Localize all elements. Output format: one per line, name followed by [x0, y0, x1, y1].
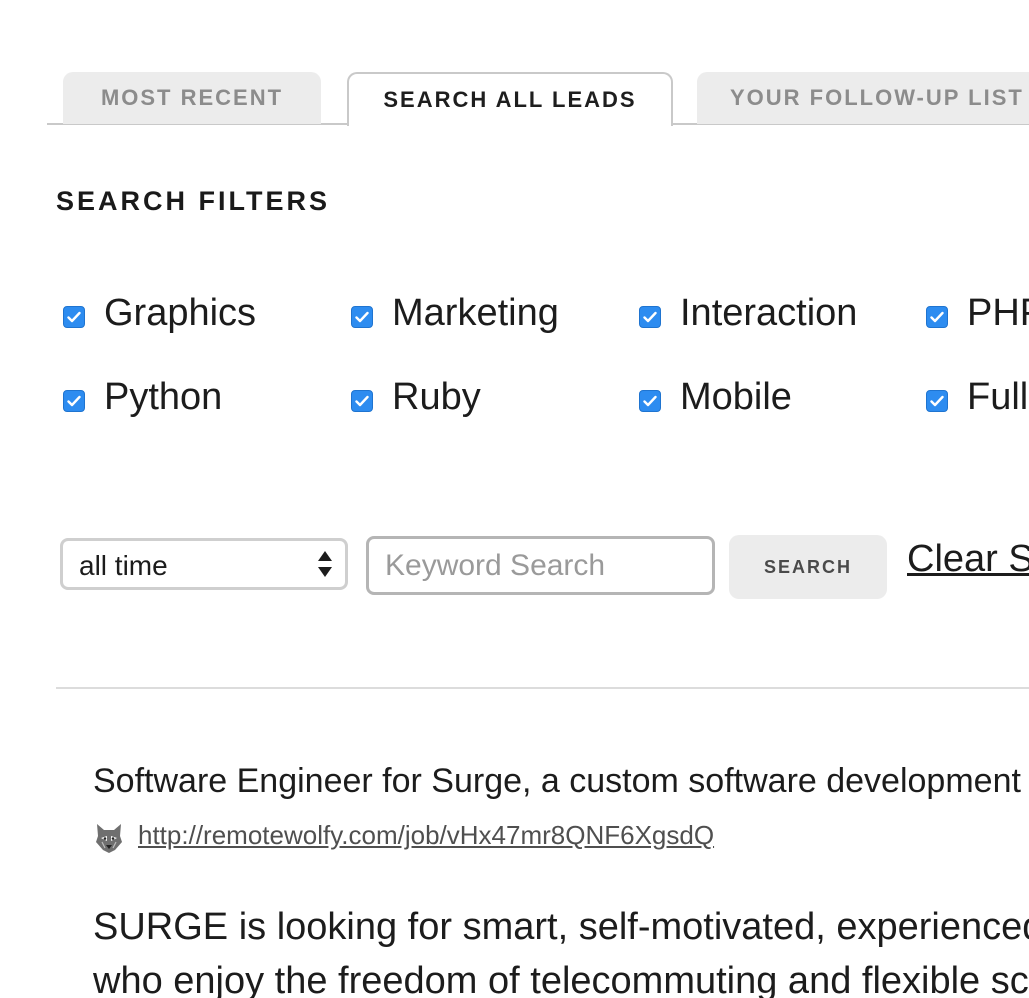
- filter-label: PHP: [967, 292, 1029, 334]
- tab-follow-up-list[interactable]: YOUR FOLLOW-UP LIST: [697, 72, 1029, 124]
- filter-ruby[interactable]: Ruby: [351, 376, 481, 419]
- page: MOST RECENT SEARCH ALL LEADS YOUR FOLLOW…: [0, 0, 1029, 998]
- divider: [56, 687, 1029, 689]
- filter-python[interactable]: Python: [63, 376, 222, 419]
- description-line: SURGE is looking for smart, self-motivat…: [93, 906, 1029, 948]
- filter-label: Python: [104, 376, 223, 418]
- checkbox-checked-icon[interactable]: [351, 389, 373, 412]
- search-button[interactable]: SEARCH: [729, 535, 887, 599]
- result-link[interactable]: http://remotewolfy.com/job/vHx47mr8QNF6X…: [138, 820, 714, 851]
- filter-label: Ruby: [392, 376, 481, 418]
- keyword-search-input[interactable]: [366, 536, 715, 595]
- filter-interaction[interactable]: Interaction: [639, 292, 857, 335]
- filter-full[interactable]: Full: [926, 376, 1028, 419]
- checkbox-checked-icon[interactable]: [351, 305, 373, 328]
- checkbox-checked-icon[interactable]: [639, 389, 661, 412]
- tab-most-recent[interactable]: MOST RECENT: [63, 72, 321, 124]
- result-description: SURGE is looking for smart, self-motivat…: [93, 900, 1029, 998]
- wolf-icon: [95, 822, 123, 854]
- filter-marketing[interactable]: Marketing: [351, 292, 559, 335]
- select-arrows-icon: [317, 549, 333, 584]
- time-range-select[interactable]: all time: [60, 538, 348, 590]
- filter-mobile[interactable]: Mobile: [639, 376, 792, 419]
- checkbox-checked-icon[interactable]: [63, 305, 85, 328]
- checkbox-checked-icon[interactable]: [926, 305, 948, 328]
- search-filters-heading: SEARCH FILTERS: [56, 186, 331, 216]
- description-line: who enjoy the freedom of telecommuting a…: [93, 960, 1029, 998]
- clear-search-link[interactable]: Clear Search: [907, 538, 1029, 581]
- filter-label: Mobile: [680, 376, 792, 418]
- tab-search-all-leads[interactable]: SEARCH ALL LEADS: [347, 72, 673, 126]
- filter-label: Full: [967, 376, 1029, 418]
- checkbox-checked-icon[interactable]: [63, 389, 85, 412]
- filter-label: Interaction: [680, 292, 858, 334]
- filter-graphics[interactable]: Graphics: [63, 292, 256, 335]
- checkbox-checked-icon[interactable]: [639, 305, 661, 328]
- filter-label: Graphics: [104, 292, 257, 334]
- filter-label: Marketing: [392, 292, 559, 334]
- checkbox-checked-icon[interactable]: [926, 389, 948, 412]
- filter-php[interactable]: PHP: [926, 292, 1029, 335]
- result-title[interactable]: Software Engineer for Surge, a custom so…: [93, 762, 1021, 801]
- time-range-value: all time: [79, 550, 168, 581]
